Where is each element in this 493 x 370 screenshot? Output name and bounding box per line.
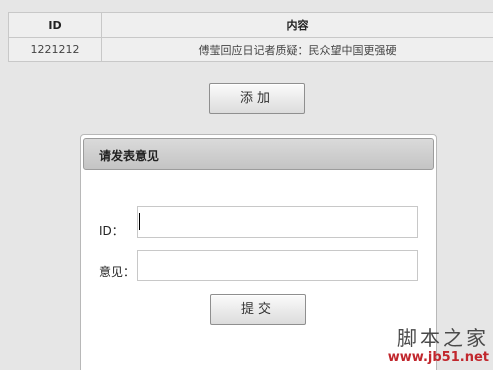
dialog-title: 请发表意见 (99, 149, 160, 163)
text-caret (139, 213, 140, 230)
submit-button[interactable]: 提交 (210, 294, 306, 325)
add-button[interactable]: 添加 (209, 83, 305, 114)
data-table: ID 内容 1221212 傅莹回应日记者质疑：民众望中国更强硬 (8, 12, 493, 62)
watermark-url: www.jb51.net (387, 350, 489, 365)
opinion-input[interactable] (137, 250, 418, 281)
table-row: 1221212 傅莹回应日记者质疑：民众望中国更强硬 (8, 37, 493, 62)
cell-id: 1221212 (8, 37, 102, 62)
table-header-row: ID 内容 (8, 12, 493, 38)
dialog-header: 请发表意见 (83, 138, 434, 170)
id-input[interactable] (137, 206, 418, 238)
id-label: ID： (99, 224, 124, 238)
opinion-label: 意见： (99, 265, 136, 279)
column-header-content: 内容 (101, 12, 493, 38)
watermark: 脚本之家 www.jb51.net (388, 326, 489, 366)
column-header-id: ID (8, 12, 102, 38)
cell-content: 傅莹回应日记者质疑：民众望中国更强硬 (101, 37, 493, 62)
watermark-title: 脚本之家 (397, 326, 489, 350)
opinion-dialog: 请发表意见 ID： 意见： 提交 (80, 134, 437, 370)
